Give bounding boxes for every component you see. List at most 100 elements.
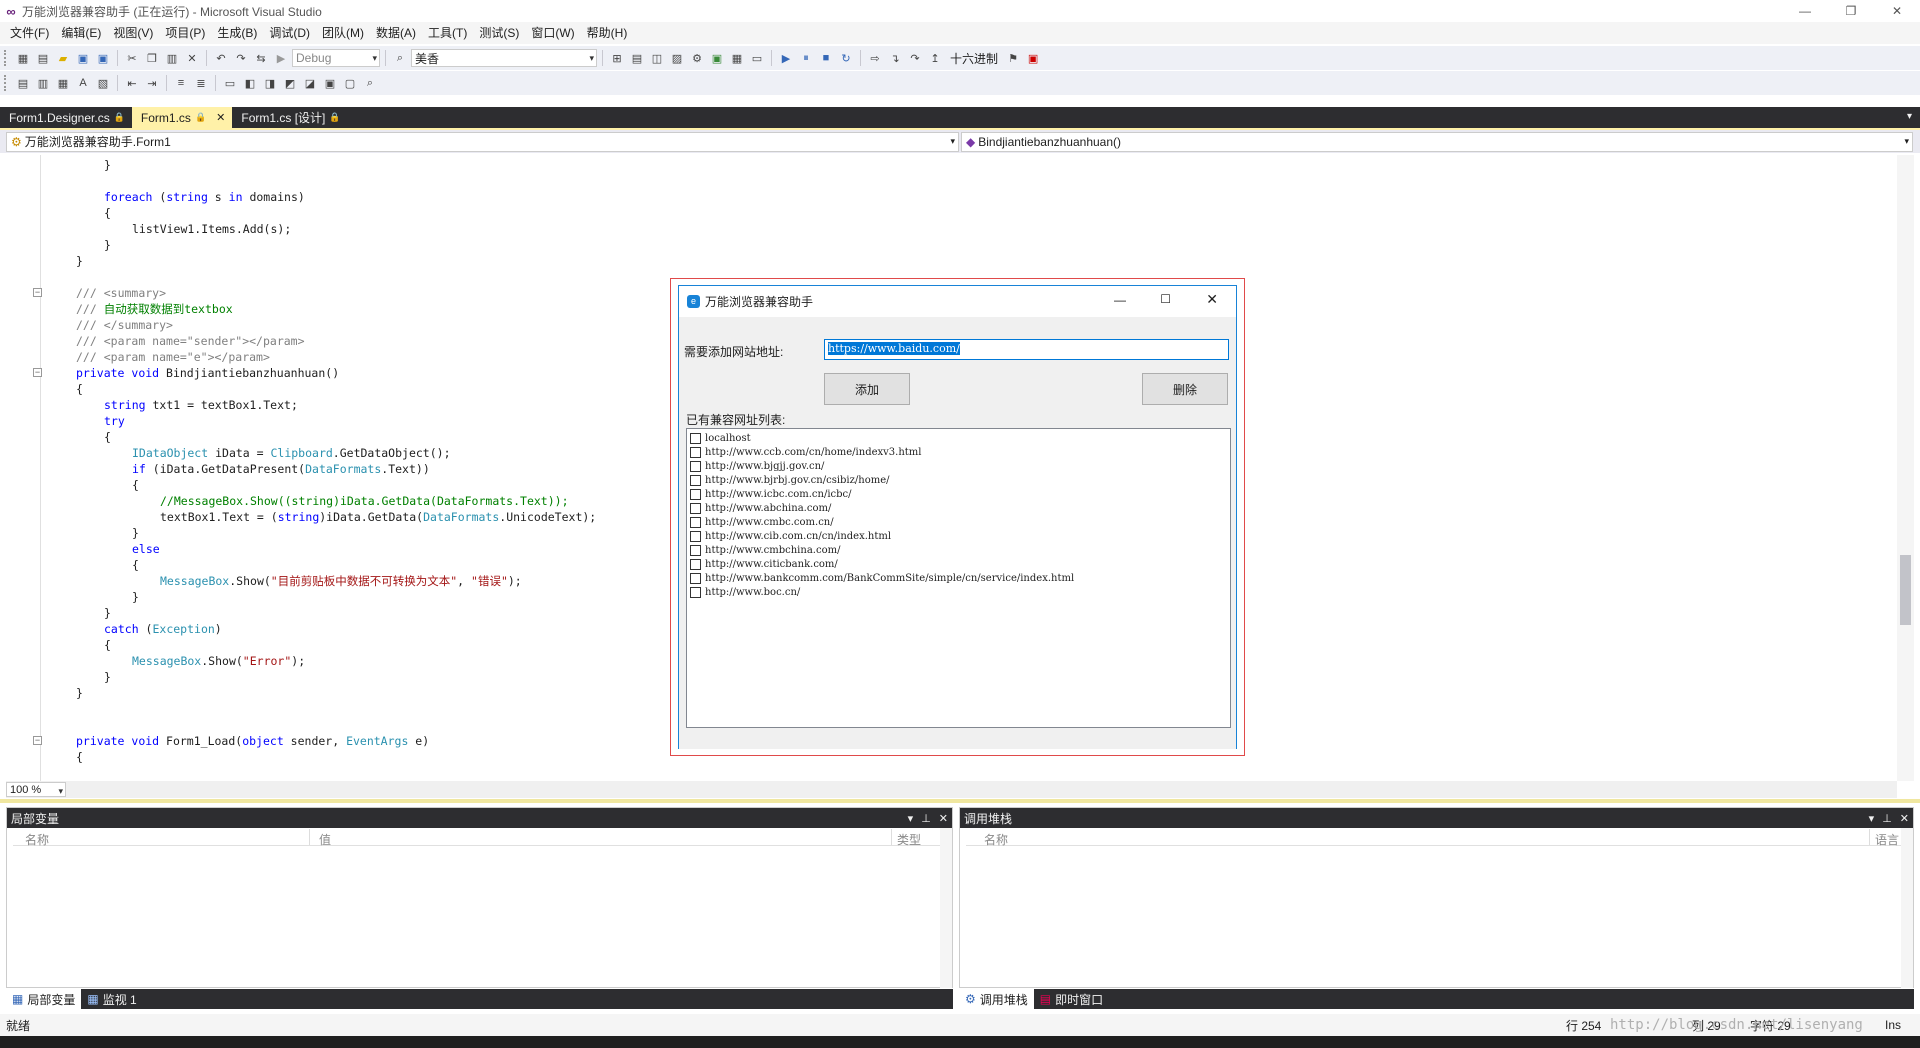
site-checkbox[interactable] bbox=[690, 558, 701, 570]
menu-window[interactable]: 窗口(W) bbox=[525, 22, 580, 44]
toolbar-grip-2[interactable] bbox=[4, 75, 8, 91]
bookmark-icon[interactable]: ▭ bbox=[221, 74, 239, 92]
menu-tools[interactable]: 工具(T) bbox=[422, 22, 473, 44]
site-list-item[interactable]: http://www.cib.com.cn/cn/index.html bbox=[690, 529, 1227, 543]
menu-debug[interactable]: 调试(D) bbox=[263, 22, 316, 44]
site-list-item[interactable]: http://www.bankcomm.com/BankCommSite/sim… bbox=[690, 571, 1227, 585]
save-icon[interactable]: ▣ bbox=[74, 49, 92, 67]
panel-close-icon[interactable]: ✕ bbox=[1900, 812, 1909, 825]
site-checkbox[interactable] bbox=[690, 446, 701, 458]
collapse-region-icon[interactable]: − bbox=[33, 736, 42, 745]
col-value[interactable]: 值 bbox=[319, 831, 331, 848]
site-checkbox[interactable] bbox=[690, 432, 701, 444]
menu-view[interactable]: 视图(V) bbox=[107, 22, 159, 44]
show-next-statement-icon[interactable]: ⇨ bbox=[866, 49, 884, 67]
open-file-icon[interactable]: ▰ bbox=[54, 49, 72, 67]
prev-bookmark-folder-icon[interactable]: ◩ bbox=[281, 74, 299, 92]
save-all-icon[interactable]: ▣ bbox=[94, 49, 112, 67]
comment-icon[interactable]: ≡ bbox=[172, 74, 190, 92]
restore-button[interactable]: ❐ bbox=[1828, 0, 1874, 22]
site-checkbox[interactable] bbox=[690, 530, 701, 542]
decrease-indent-icon[interactable]: ⇤ bbox=[123, 74, 141, 92]
delete-button[interactable]: 删除 bbox=[1142, 373, 1228, 405]
clear-bookmarks-icon[interactable]: ▣ bbox=[321, 74, 339, 92]
solution-config-select[interactable]: Debug ▾ bbox=[292, 49, 380, 67]
team-explorer-icon[interactable]: ▣ bbox=[708, 49, 726, 67]
minimize-button[interactable]: — bbox=[1782, 0, 1828, 22]
close-tab-icon[interactable]: ✕ bbox=[216, 111, 225, 124]
break-all-icon[interactable]: ⏸ bbox=[797, 49, 815, 67]
server-explorer-icon[interactable]: ▦ bbox=[728, 49, 746, 67]
tab-form1-cs[interactable]: Form1.cs 🔒 ✕ bbox=[131, 107, 233, 128]
bookmark-window-icon[interactable]: ▢ bbox=[341, 74, 359, 92]
paste-icon[interactable]: ▥ bbox=[163, 49, 181, 67]
toggle-bookmark-icon[interactable]: ▧ bbox=[94, 74, 112, 92]
scroll-thumb[interactable] bbox=[1900, 555, 1911, 625]
site-checkbox[interactable] bbox=[690, 544, 701, 556]
locals-scrollbar[interactable] bbox=[940, 828, 952, 988]
site-list-item[interactable]: http://www.bjrbj.gov.cn/csibiz/home/ bbox=[690, 473, 1227, 487]
menu-edit[interactable]: 编辑(E) bbox=[55, 22, 107, 44]
copy-icon[interactable]: ❐ bbox=[143, 49, 161, 67]
quick-info-icon[interactable]: ▦ bbox=[54, 74, 72, 92]
site-checkbox[interactable] bbox=[690, 474, 701, 486]
complete-word-icon[interactable]: A bbox=[74, 74, 92, 92]
uncomment-icon[interactable]: ≣ bbox=[192, 74, 210, 92]
menu-file[interactable]: 文件(F) bbox=[4, 22, 55, 44]
site-list-item[interactable]: http://www.bjgjj.gov.cn/ bbox=[690, 459, 1227, 473]
site-list-item[interactable]: http://www.cmbc.com.cn/ bbox=[690, 515, 1227, 529]
type-dropdown[interactable]: ⚙ 万能浏览器兼容助手.Form1 ▾ bbox=[6, 131, 959, 152]
cut-icon[interactable]: ✂ bbox=[123, 49, 141, 67]
undo-icon[interactable]: ↶ bbox=[212, 49, 230, 67]
menu-help[interactable]: 帮助(H) bbox=[581, 22, 634, 44]
tab-callstack[interactable]: ⚙ 调用堆栈 bbox=[959, 989, 1034, 1009]
increase-indent-icon[interactable]: ⇥ bbox=[143, 74, 161, 92]
collapse-region-icon[interactable]: − bbox=[33, 368, 42, 377]
col-type[interactable]: 类型 bbox=[897, 831, 921, 848]
pin-icon[interactable]: ⊥ bbox=[1882, 812, 1892, 825]
add-item-icon[interactable]: ▤ bbox=[34, 49, 52, 67]
site-list[interactable]: localhost http://www.ccb.com/cn/home/inde… bbox=[686, 428, 1231, 728]
properties-icon[interactable]: ▤ bbox=[628, 49, 646, 67]
navigate-icon[interactable]: ⇆ bbox=[252, 49, 270, 67]
tab-overflow-icon[interactable]: ▾ bbox=[1907, 111, 1912, 122]
col-language[interactable]: 语言 bbox=[1875, 831, 1899, 848]
pin-icon[interactable]: ⊥ bbox=[921, 812, 931, 825]
col-name[interactable]: 名称 bbox=[984, 831, 1008, 848]
editor-vertical-scrollbar[interactable] bbox=[1897, 155, 1914, 781]
panel-dropdown-icon[interactable]: ▾ bbox=[908, 812, 914, 825]
site-checkbox[interactable] bbox=[690, 586, 701, 598]
panel-close-icon[interactable]: ✕ bbox=[939, 812, 948, 825]
step-over-icon[interactable]: ↷ bbox=[906, 49, 924, 67]
site-list-item[interactable]: http://www.ccb.com/cn/home/indexv3.html bbox=[690, 445, 1227, 459]
site-checkbox[interactable] bbox=[690, 488, 701, 500]
site-checkbox[interactable] bbox=[690, 502, 701, 514]
step-out-icon[interactable]: ↥ bbox=[926, 49, 944, 67]
restart-icon[interactable]: ↻ bbox=[837, 49, 855, 67]
site-list-item[interactable]: http://www.cmbchina.com/ bbox=[690, 543, 1227, 557]
hex-toggle[interactable]: 十六进制 bbox=[946, 50, 1002, 67]
site-list-item[interactable]: localhost bbox=[690, 431, 1227, 445]
continue-icon[interactable]: ▶ bbox=[777, 49, 795, 67]
add-button[interactable]: 添加 bbox=[824, 373, 910, 405]
member-dropdown[interactable]: ◆ Bindjiantiebanzhuanhuan() ▾ bbox=[961, 131, 1913, 152]
menu-build[interactable]: 生成(B) bbox=[211, 22, 263, 44]
app-dialog-window[interactable]: e 万能浏览器兼容助手 — ☐ ✕ 需要添加网站地址: https://www.… bbox=[670, 278, 1245, 756]
menu-test[interactable]: 测试(S) bbox=[473, 22, 525, 44]
site-checkbox[interactable] bbox=[690, 572, 701, 584]
dialog-maximize-button[interactable]: ☐ bbox=[1160, 292, 1171, 306]
zoom-select[interactable]: 100 % ▾ bbox=[6, 782, 66, 797]
class-view-icon[interactable]: ⚙ bbox=[688, 49, 706, 67]
dropdown-icon[interactable]: ▣ bbox=[1024, 49, 1042, 67]
tab-locals[interactable]: ▦ 局部变量 bbox=[6, 989, 82, 1009]
callstack-scrollbar[interactable] bbox=[1901, 828, 1913, 988]
delete-icon[interactable]: ✕ bbox=[183, 49, 201, 67]
site-list-item[interactable]: http://www.abchina.com/ bbox=[690, 501, 1227, 515]
site-list-item[interactable]: http://www.icbc.com.cn/icbc/ bbox=[690, 487, 1227, 501]
stop-debugging-icon[interactable]: ■ bbox=[817, 49, 835, 67]
close-button[interactable]: ✕ bbox=[1874, 0, 1920, 22]
start-icon[interactable]: ▶ bbox=[272, 49, 290, 67]
breakpoint-toggle-icon[interactable]: ⚑ bbox=[1004, 49, 1022, 67]
site-list-item[interactable]: http://www.citicbank.com/ bbox=[690, 557, 1227, 571]
new-project-icon[interactable]: ▦ bbox=[14, 49, 32, 67]
